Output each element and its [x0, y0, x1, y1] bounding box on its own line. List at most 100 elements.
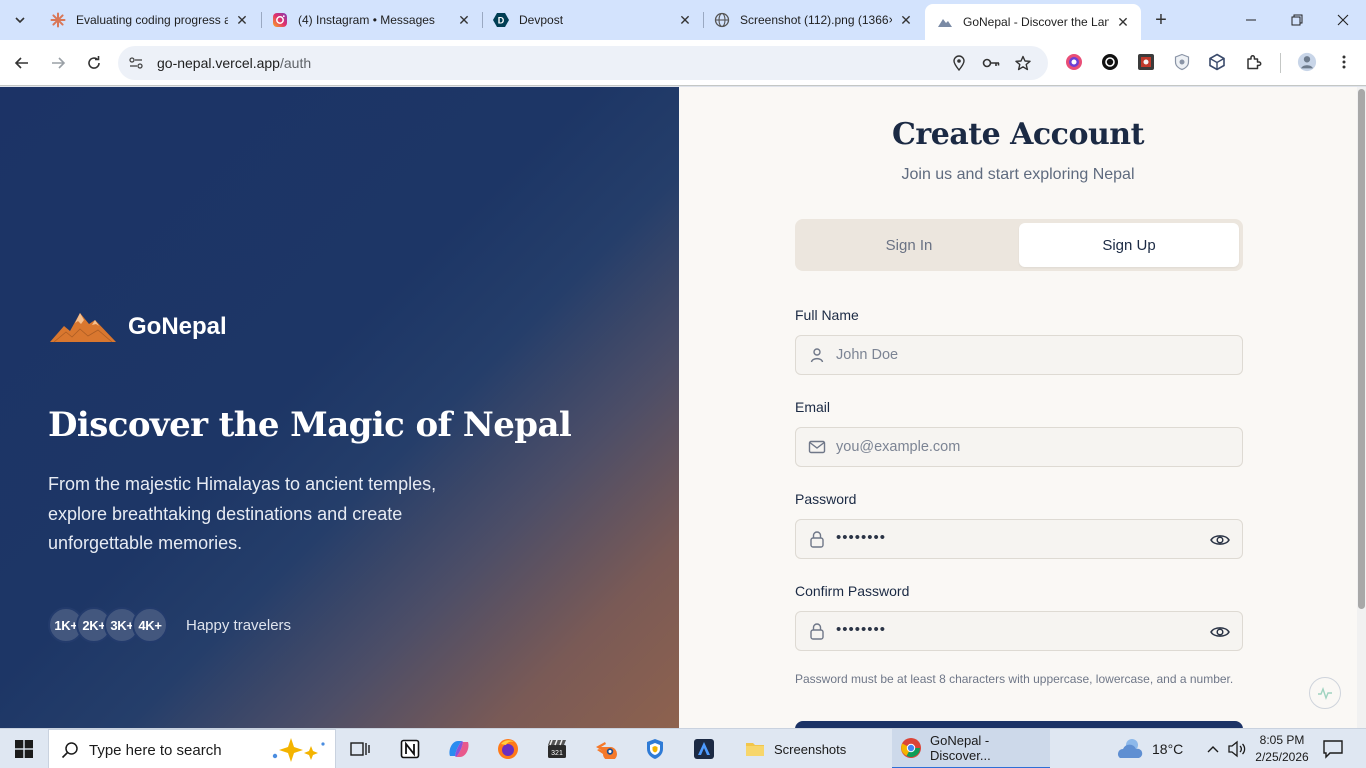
confirm-password-input[interactable]: •••••••• [795, 611, 1243, 651]
shield-browser-icon [647, 739, 663, 759]
traveler-count-badge: 4K+ [132, 607, 168, 643]
gonepal-icon [937, 14, 953, 30]
mail-icon [808, 438, 826, 456]
restore-button[interactable] [1274, 0, 1320, 40]
email-input[interactable]: you@example.com [795, 427, 1243, 467]
close-icon[interactable]: ✕ [898, 12, 914, 28]
page-scrollbar[interactable] [1357, 87, 1366, 728]
svg-text:321: 321 [551, 750, 563, 757]
notification-center-icon[interactable] [1322, 739, 1344, 759]
copilot-app-button[interactable] [439, 733, 479, 765]
video-editor-app-button[interactable]: 321 [537, 733, 577, 765]
password-key-icon[interactable] [981, 53, 1001, 73]
taskbar-search-box[interactable]: Type here to search [48, 729, 336, 768]
taskbar-window-screenshots[interactable]: Screenshots [736, 729, 890, 768]
url-path: /auth [279, 55, 312, 71]
email-label: Email [795, 399, 831, 415]
extension-shield-icon[interactable] [1172, 52, 1192, 72]
close-icon[interactable]: ✕ [1115, 14, 1131, 30]
full-name-input[interactable]: John Doe [795, 335, 1243, 375]
brave-app-button[interactable] [635, 733, 675, 765]
ide-triangle-icon [694, 739, 714, 759]
weather-widget[interactable]: 18°C [1116, 737, 1183, 761]
devpost-icon: D [493, 12, 509, 28]
reload-icon [88, 56, 100, 69]
location-pin-icon[interactable] [949, 53, 969, 73]
task-view-button[interactable] [340, 733, 380, 765]
extension-openai-icon[interactable] [1100, 52, 1120, 72]
hero-title: Discover the Magic of Nepal [48, 405, 572, 445]
back-button[interactable] [8, 49, 36, 77]
close-window-button[interactable] [1320, 0, 1366, 40]
minimize-button[interactable] [1228, 0, 1274, 40]
show-hidden-icons-chevron-up-icon[interactable] [1203, 739, 1223, 759]
show-password-eye-icon[interactable] [1210, 530, 1230, 550]
close-icon[interactable]: ✕ [234, 12, 250, 28]
new-tab-button[interactable]: + [1150, 9, 1172, 31]
taskbar-window-gonepal[interactable]: GoNepal - Discover... [892, 729, 1050, 768]
close-icon[interactable]: ✕ [677, 12, 693, 28]
bookmark-star-icon[interactable] [1013, 53, 1033, 73]
close-icon [1337, 14, 1349, 26]
tab-title: Evaluating coding progress a [76, 13, 228, 27]
sparkle-decoration-icon [272, 738, 325, 762]
address-bar[interactable]: go-nepal.vercel.app/auth [118, 46, 1048, 80]
tab-sign-in[interactable]: Sign In [799, 223, 1019, 267]
weather-temp: 18°C [1152, 741, 1184, 757]
forward-button[interactable] [44, 49, 72, 77]
browser-menu-icon[interactable] [1334, 52, 1354, 72]
create-account-button[interactable] [795, 721, 1243, 728]
password-hint: Password must be at least 8 characters w… [795, 672, 1234, 686]
password-input[interactable]: •••••••• [795, 519, 1243, 559]
ide-app-button[interactable] [684, 733, 724, 765]
brand-logo[interactable]: GoNepal [50, 309, 227, 345]
browser-tab-strip: Evaluating coding progress a ✕ (4) Insta… [0, 0, 1366, 40]
extensions-puzzle-icon[interactable] [1244, 52, 1264, 72]
windows-logo-icon [15, 740, 33, 758]
email-placeholder: you@example.com [836, 439, 961, 455]
task-view-icon [350, 742, 370, 756]
notion-app-button[interactable] [390, 733, 430, 765]
site-settings-icon[interactable] [126, 53, 146, 73]
window-label: Screenshots [774, 741, 847, 757]
volume-icon[interactable] [1227, 739, 1247, 759]
extension-colorful-icon[interactable] [1064, 52, 1084, 72]
taskbar-clock[interactable]: 8:05 PM 2/25/2026 [1250, 732, 1314, 766]
blender-app-button[interactable] [586, 733, 626, 765]
confirm-password-value: •••••••• [836, 621, 887, 638]
tab-search-button[interactable] [8, 8, 32, 32]
extension-cube-icon[interactable] [1207, 52, 1227, 72]
globe-icon [714, 12, 730, 28]
browser-tab[interactable]: D Devpost ✕ [481, 4, 703, 36]
svg-text:D: D [498, 16, 505, 26]
hero-description: From the majestic Himalayas to ancient t… [48, 474, 437, 553]
scrollbar-thumb[interactable] [1358, 89, 1365, 609]
pulse-icon [1318, 686, 1332, 701]
mountain-logo-icon [50, 313, 116, 343]
reload-button[interactable] [80, 49, 108, 77]
show-confirm-password-eye-icon[interactable] [1210, 622, 1230, 642]
start-button[interactable] [0, 729, 48, 768]
tab-sign-up[interactable]: Sign Up [1019, 223, 1239, 267]
extension-image-icon[interactable] [1136, 52, 1156, 72]
page-viewport: GoNepal Discover the Magic of Nepal From… [0, 87, 1357, 728]
browser-tab-active[interactable]: GoNepal - Discover the Land ✕ [925, 4, 1141, 40]
url-host: go-nepal.vercel.app [157, 55, 280, 71]
password-label: Password [795, 491, 857, 507]
brand-name: GoNepal [128, 313, 227, 340]
profile-avatar[interactable] [1297, 52, 1317, 72]
confirm-password-label: Confirm Password [795, 583, 910, 599]
browser-tab[interactable]: Screenshot (112).png (1366× ✕ [702, 4, 924, 36]
toolbar-separator [1280, 53, 1281, 73]
firefox-app-button[interactable] [488, 733, 528, 765]
activity-widget-button[interactable] [1309, 677, 1341, 709]
windows-taskbar: Type here to search 321 Screenshots GoNe… [0, 728, 1366, 768]
arrow-left-icon [14, 57, 28, 69]
browser-tab[interactable]: Evaluating coding progress a ✕ [38, 4, 260, 36]
browser-tab[interactable]: (4) Instagram • Messages ✕ [260, 4, 482, 36]
lock-icon [808, 622, 826, 640]
restore-icon [1291, 14, 1303, 26]
close-icon[interactable]: ✕ [456, 12, 472, 28]
search-placeholder: Type here to search [89, 742, 222, 759]
password-value: •••••••• [836, 529, 887, 546]
